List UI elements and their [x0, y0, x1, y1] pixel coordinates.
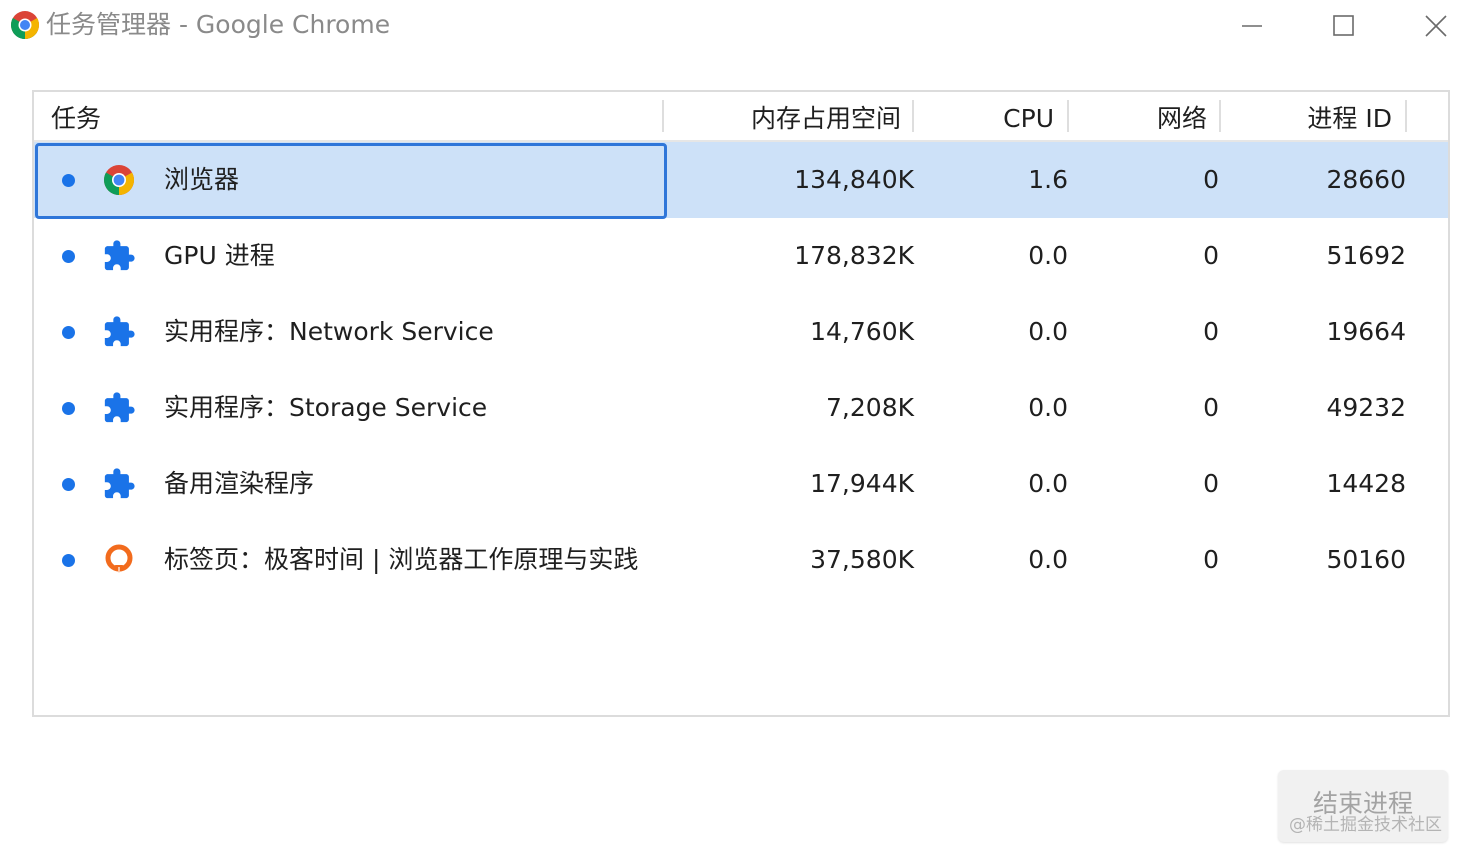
minimize-icon[interactable] — [1232, 6, 1272, 46]
column-header-network[interactable]: 网络 — [1157, 102, 1207, 136]
status-dot — [62, 174, 75, 187]
pid-value: 51692 — [1326, 241, 1406, 270]
task-name: GPU 进程 — [164, 241, 275, 270]
column-divider[interactable] — [1067, 100, 1069, 132]
column-header-memory[interactable]: 内存占用空间 — [751, 102, 901, 136]
memory-value: 7,208K — [826, 393, 914, 422]
network-value: 0 — [1203, 165, 1219, 194]
column-divider[interactable] — [662, 100, 664, 132]
column-header-cpu[interactable]: CPU — [1003, 102, 1054, 136]
extension-puzzle-icon — [104, 240, 135, 271]
cpu-value: 0.0 — [1028, 393, 1068, 422]
task-name: 实用程序：Storage Service — [164, 393, 488, 422]
status-dot — [62, 554, 75, 567]
chrome-icon — [104, 165, 134, 195]
chrome-icon — [11, 11, 39, 39]
close-icon[interactable] — [1416, 6, 1456, 46]
status-dot — [62, 326, 75, 339]
status-dot — [62, 402, 75, 415]
memory-value: 14,760K — [810, 317, 914, 346]
pid-value: 49232 — [1326, 393, 1406, 422]
extension-puzzle-icon — [104, 392, 135, 423]
column-header-pid[interactable]: 进程 ID — [1307, 102, 1392, 136]
cpu-value: 0.0 — [1028, 469, 1068, 498]
network-value: 0 — [1203, 393, 1219, 422]
pid-value: 50160 — [1326, 545, 1406, 574]
network-value: 0 — [1203, 545, 1219, 574]
memory-value: 178,832K — [794, 241, 914, 270]
task-table: 任务 内存占用空间 CPU 网络 进程 ID 浏览器 134,840K 1.6 … — [32, 90, 1450, 717]
table-row[interactable]: 实用程序：Network Service 14,760K 0.0 0 19664 — [34, 294, 1448, 370]
table-row[interactable]: 标签页：极客时间 | 浏览器工作原理与实践 37,580K 0.0 0 5016… — [34, 522, 1448, 598]
watermark: @稀土掘金技术社区 — [1289, 815, 1442, 835]
table-row[interactable]: 浏览器 134,840K 1.6 0 28660 — [34, 142, 1448, 219]
geektime-favicon-icon — [105, 544, 133, 574]
network-value: 0 — [1203, 469, 1219, 498]
window-title: 任务管理器 - Google Chrome — [46, 10, 391, 39]
cpu-value: 0.0 — [1028, 545, 1068, 574]
column-header-task[interactable]: 任务 — [51, 102, 101, 136]
table-row[interactable]: 实用程序：Storage Service 7,208K 0.0 0 49232 — [34, 370, 1448, 446]
table-header: 任务 内存占用空间 CPU 网络 进程 ID — [34, 92, 1448, 142]
task-name: 备用渲染程序 — [164, 469, 315, 498]
network-value: 0 — [1203, 241, 1219, 270]
network-value: 0 — [1203, 317, 1219, 346]
cpu-value: 0.0 — [1028, 241, 1068, 270]
task-name: 实用程序：Network Service — [164, 317, 494, 346]
extension-puzzle-icon — [104, 316, 135, 347]
memory-value: 17,944K — [810, 469, 914, 498]
cpu-value: 0.0 — [1028, 317, 1068, 346]
status-dot — [62, 250, 75, 263]
pid-value: 14428 — [1326, 469, 1406, 498]
column-divider[interactable] — [912, 100, 914, 132]
status-dot — [62, 478, 75, 491]
pid-value: 19664 — [1326, 317, 1406, 346]
cpu-value: 1.6 — [1028, 165, 1068, 194]
maximize-icon[interactable] — [1323, 6, 1363, 46]
task-name: 浏览器 — [164, 165, 240, 194]
title-bar: 任务管理器 - Google Chrome — [0, 0, 1474, 52]
extension-puzzle-icon — [104, 468, 135, 499]
column-divider[interactable] — [1219, 100, 1221, 132]
pid-value: 28660 — [1326, 165, 1406, 194]
table-row[interactable]: 备用渲染程序 17,944K 0.0 0 14428 — [34, 446, 1448, 522]
table-row[interactable]: GPU 进程 178,832K 0.0 0 51692 — [34, 218, 1448, 294]
column-divider[interactable] — [1405, 100, 1407, 132]
task-name: 标签页：极客时间 | 浏览器工作原理与实践 — [164, 545, 639, 574]
memory-value: 37,580K — [810, 545, 914, 574]
memory-value: 134,840K — [794, 165, 914, 194]
